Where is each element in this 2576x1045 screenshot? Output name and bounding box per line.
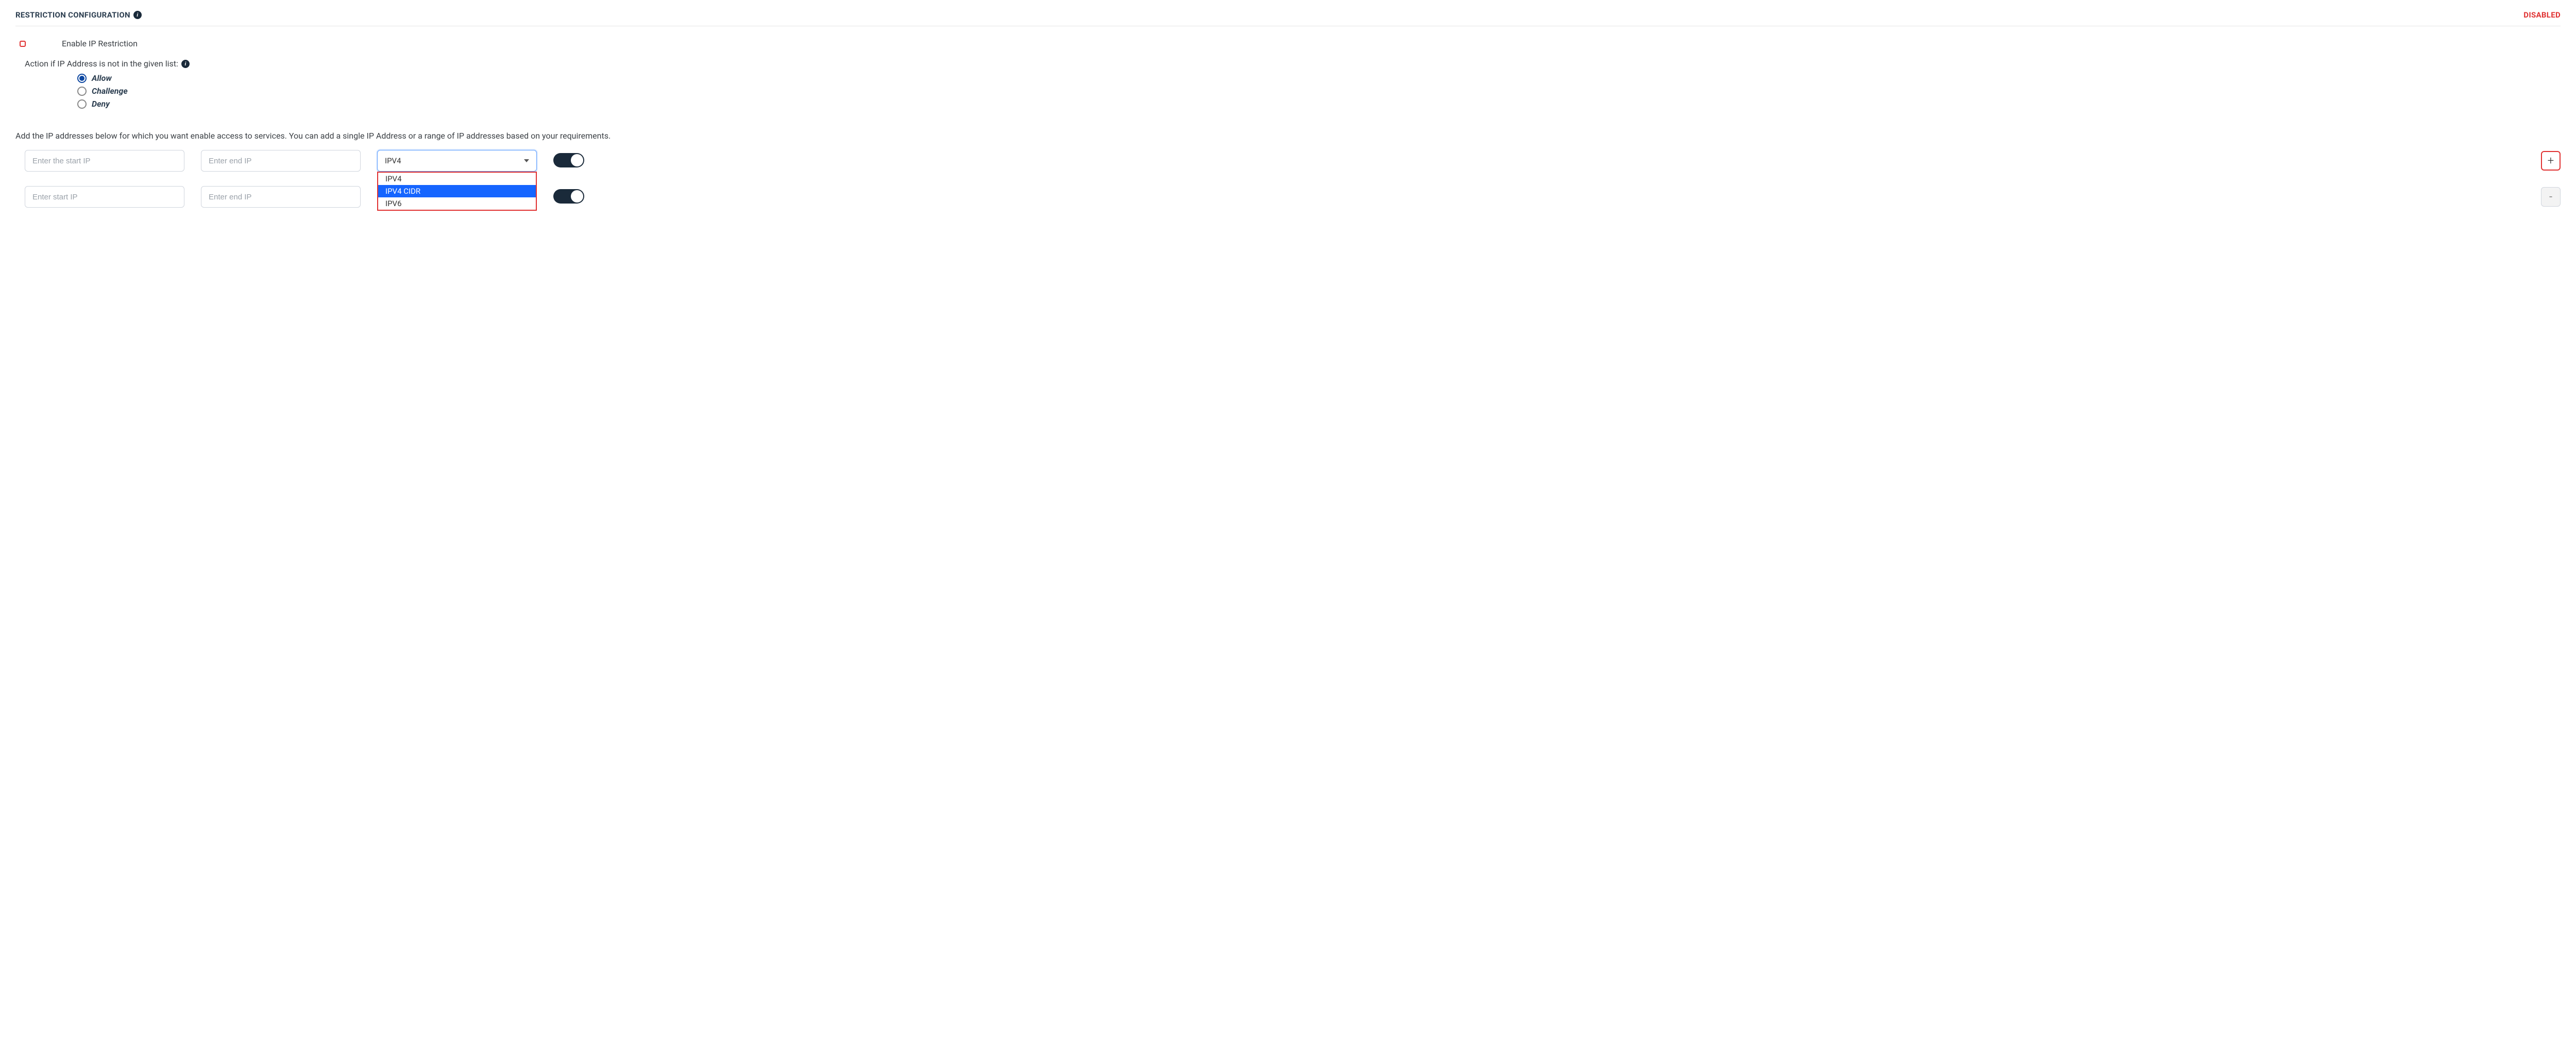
start-ip-input[interactable]: [25, 186, 184, 208]
row-enable-toggle[interactable]: [553, 153, 584, 167]
toggle-knob: [571, 154, 583, 166]
ip-row: IPV4IPV4IPV4 CIDRIPV6 +: [15, 150, 2561, 172]
radio-deny[interactable]: Deny: [77, 97, 2561, 110]
page-title: RESTRICTION CONFIGURATION: [15, 10, 130, 20]
radio-label: Deny: [92, 99, 110, 109]
start-ip-input[interactable]: [25, 150, 184, 172]
toggle-knob: [9, 45, 22, 57]
radio-outer: [77, 99, 87, 109]
chevron-down-icon: [524, 159, 529, 162]
status-badge: DISABLED: [2523, 10, 2561, 20]
radio-label: Challenge: [92, 86, 128, 96]
enable-ip-restriction-label: Enable IP Restriction: [62, 39, 138, 48]
ip-type-select-wrap: IPV4IPV4IPV4 CIDRIPV6: [377, 150, 537, 172]
action-prompt-text: Action if IP Address is not in the given…: [25, 59, 178, 69]
action-radio-group: Allow Challenge Deny: [25, 69, 2561, 110]
radio-allow[interactable]: Allow: [77, 72, 2561, 85]
add-row-button[interactable]: +: [2541, 151, 2561, 171]
end-ip-input[interactable]: [201, 150, 361, 172]
header-title-wrap: RESTRICTION CONFIGURATION i: [15, 10, 142, 20]
radio-outer: [77, 74, 87, 83]
radio-inner: [79, 76, 84, 81]
info-icon[interactable]: i: [133, 11, 142, 19]
row-enable-toggle[interactable]: [553, 189, 584, 204]
dropdown-item[interactable]: IPV4: [378, 173, 536, 185]
ip-type-select[interactable]: IPV4: [377, 150, 537, 172]
enable-toggle-highlight: [20, 41, 26, 47]
end-ip-input[interactable]: [201, 186, 361, 208]
radio-outer: [77, 87, 87, 96]
info-icon[interactable]: i: [181, 60, 190, 68]
remove-row-button[interactable]: -: [2541, 187, 2561, 207]
radio-challenge[interactable]: Challenge: [77, 85, 2561, 97]
toggle-knob: [571, 190, 583, 203]
ip-rows: IPV4IPV4IPV4 CIDRIPV6+-: [15, 141, 2561, 208]
action-prompt: Action if IP Address is not in the given…: [25, 59, 2561, 69]
dropdown-item[interactable]: IPV6: [378, 197, 536, 210]
ip-type-dropdown: IPV4IPV4 CIDRIPV6: [377, 172, 537, 211]
header: RESTRICTION CONFIGURATION i DISABLED: [15, 10, 2561, 26]
description-text: Add the IP addresses below for which you…: [15, 110, 2561, 141]
radio-label: Allow: [92, 73, 112, 83]
select-value: IPV4: [385, 156, 401, 165]
dropdown-item[interactable]: IPV4 CIDR: [378, 185, 536, 197]
